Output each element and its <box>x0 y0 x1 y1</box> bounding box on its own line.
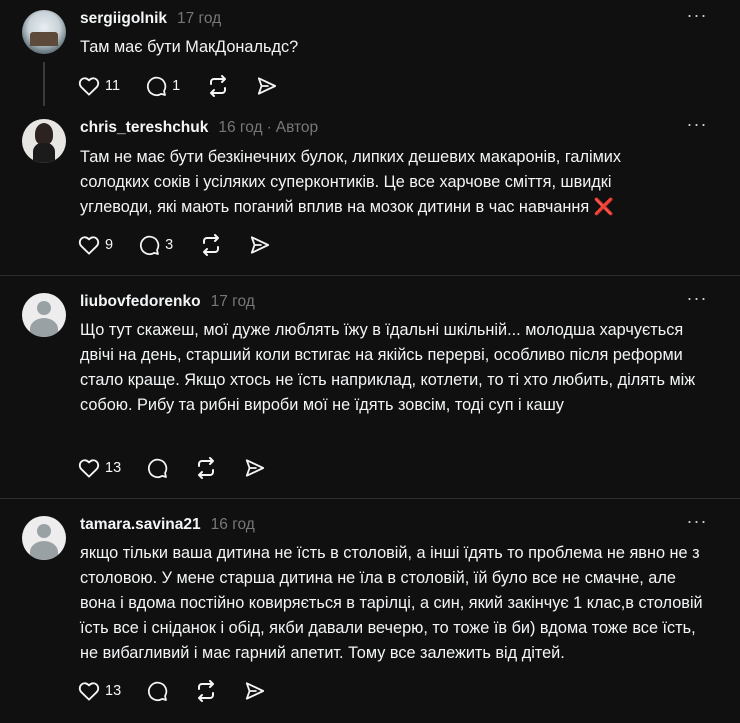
like-count: 13 <box>105 683 122 699</box>
share-button[interactable] <box>244 456 266 480</box>
like-count: 11 <box>105 78 121 94</box>
heart-icon <box>78 459 100 478</box>
share-button[interactable] <box>249 233 271 257</box>
repost-icon <box>198 457 215 479</box>
author-badge: Автор <box>275 119 319 136</box>
post-text: якщо тільки ваша дитина не їсть в столов… <box>80 544 703 662</box>
post-text-body: Там не має бути безкінечних булок, липки… <box>80 148 622 216</box>
timestamp[interactable]: 17 год <box>177 10 221 28</box>
repost-button[interactable] <box>206 74 230 98</box>
like-button[interactable]: 13 <box>78 456 121 480</box>
post-text: Що тут скажеш, мої дуже люблять їжу в їд… <box>80 321 696 414</box>
repost-button[interactable] <box>199 233 223 257</box>
comment-icon <box>147 76 167 96</box>
action-bar: 13 <box>78 456 292 480</box>
repost-button[interactable] <box>194 456 218 480</box>
like-button[interactable]: 9 <box>78 233 113 257</box>
action-bar: 9 3 <box>78 233 297 257</box>
send-icon <box>258 77 277 95</box>
like-button[interactable]: 11 <box>78 74 120 98</box>
reply-count: 3 <box>165 237 174 253</box>
post-header: tamara.savina21 16 год <box>80 516 255 536</box>
timestamp[interactable]: 16 год <box>211 516 255 534</box>
avatar[interactable] <box>22 10 66 54</box>
send-icon <box>251 236 270 254</box>
avatar[interactable] <box>22 293 66 337</box>
avatar[interactable] <box>22 119 66 163</box>
send-icon <box>246 682 265 700</box>
repost-icon <box>203 234 220 256</box>
more-icon[interactable]: ··· <box>684 115 710 139</box>
username[interactable]: sergiigolnik <box>80 10 167 28</box>
like-button[interactable]: 13 <box>78 679 121 703</box>
repost-icon <box>210 75 227 97</box>
repost-button[interactable] <box>194 679 218 703</box>
more-icon[interactable]: ··· <box>684 512 710 536</box>
like-count: 13 <box>105 460 122 476</box>
action-bar: 13 <box>78 679 292 703</box>
reply-count: 1 <box>172 78 181 94</box>
action-bar: 11 1 <box>78 74 304 98</box>
post-header: chris_tereshchuk 16 год · Автор <box>80 119 318 139</box>
default-avatar-icon <box>37 301 51 315</box>
post-text: Там має бути МакДональдс? <box>80 38 299 56</box>
thread-line <box>43 62 45 106</box>
username[interactable]: chris_tereshchuk <box>80 119 208 137</box>
post-header: sergiigolnik 17 год <box>80 10 221 30</box>
default-avatar-icon <box>37 524 51 538</box>
reply-button[interactable]: 3 <box>139 233 173 257</box>
default-avatar-body <box>30 541 58 560</box>
username[interactable]: tamara.savina21 <box>80 516 201 534</box>
separator: · <box>266 119 272 136</box>
heart-icon <box>78 236 100 255</box>
comment-icon <box>140 235 160 255</box>
comment-icon <box>148 681 168 701</box>
share-button[interactable] <box>256 74 278 98</box>
cross-mark-icon: ❌ <box>593 198 615 216</box>
post-text: Там не має бути безкінечних булок, липки… <box>80 145 680 220</box>
default-avatar-body <box>30 318 58 337</box>
threads-comments-page: sergiigolnik 17 год ··· Там має бути Мак… <box>0 0 740 723</box>
divider <box>0 275 740 276</box>
more-icon[interactable]: ··· <box>684 6 710 30</box>
reply-button[interactable] <box>147 456 168 480</box>
timestamp[interactable]: 17 год <box>211 293 255 311</box>
username[interactable]: liubovfedorenko <box>80 293 201 311</box>
comment-icon <box>148 458 168 478</box>
avatar[interactable] <box>22 516 66 560</box>
reply-button[interactable]: 1 <box>146 74 180 98</box>
like-count: 9 <box>105 237 114 253</box>
more-icon[interactable]: ··· <box>684 289 710 313</box>
divider <box>0 498 740 499</box>
post-header: liubovfedorenko 17 год <box>80 293 255 313</box>
heart-icon <box>78 77 100 96</box>
share-button[interactable] <box>244 679 266 703</box>
reply-button[interactable] <box>147 679 168 703</box>
repost-icon <box>198 680 215 702</box>
timestamp[interactable]: 16 год <box>218 119 262 137</box>
send-icon <box>246 459 265 477</box>
heart-icon <box>78 682 100 701</box>
